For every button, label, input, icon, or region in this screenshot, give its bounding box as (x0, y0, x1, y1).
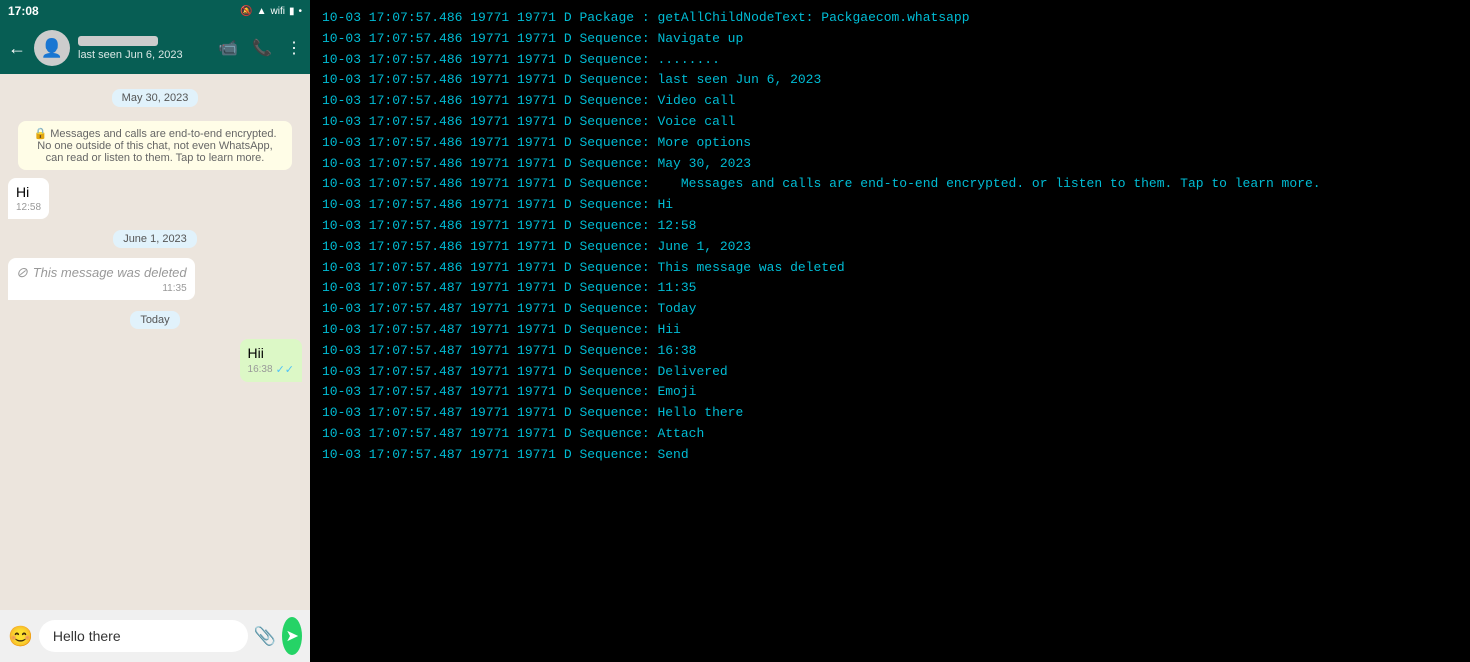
log-panel: 10-03 17:07:57.486 19771 19771 D Package… (310, 0, 1470, 662)
signal-icon: ▲ (257, 6, 267, 17)
status-time: 17:08 (8, 4, 39, 18)
log-line: 10-03 17:07:57.487 19771 19771 D Sequenc… (322, 403, 1458, 424)
contact-name-bar (78, 36, 158, 46)
chat-panel: 17:08 🔕 ▲ wifi ▮ • ← 👤 last seen Jun 6, … (0, 0, 310, 662)
log-line: 10-03 17:07:57.487 19771 19771 D Sequenc… (322, 445, 1458, 466)
date-label-today: Today (8, 310, 302, 329)
log-line: 10-03 17:07:57.486 19771 19771 D Sequenc… (322, 91, 1458, 112)
deleted-icon: ⊘ (16, 264, 28, 281)
avatar[interactable]: 👤 (34, 30, 70, 66)
battery-icon: ▮ (289, 6, 295, 17)
log-line: 10-03 17:07:57.486 19771 19771 D Sequenc… (322, 216, 1458, 237)
log-line: 10-03 17:07:57.486 19771 19771 D Sequenc… (322, 133, 1458, 154)
emoji-button[interactable]: 😊 (8, 624, 33, 649)
log-line: 10-03 17:07:57.486 19771 19771 D Sequenc… (322, 195, 1458, 216)
received-message-hi: Hi 12:58 (8, 178, 49, 219)
back-button[interactable]: ← (8, 38, 26, 59)
deleted-text: This message was deleted (33, 265, 187, 280)
date-label-may30: May 30, 2023 (8, 88, 302, 107)
attach-button[interactable]: 📎 (254, 626, 276, 647)
tick-icon: ✓✓ (276, 363, 294, 376)
more-options-button[interactable]: ⋮ (286, 38, 302, 58)
header-icons: 📹 📞 ⋮ (218, 38, 302, 58)
mute-icon: 🔕 (240, 6, 252, 17)
system-message: 🔒 Messages and calls are end-to-end encr… (18, 121, 292, 170)
contact-info: last seen Jun 6, 2023 (78, 36, 210, 61)
log-line: 10-03 17:07:57.487 19771 19771 D Sequenc… (322, 362, 1458, 383)
log-line: 10-03 17:07:57.486 19771 19771 D Package… (322, 8, 1458, 29)
log-line: 10-03 17:07:57.487 19771 19771 D Sequenc… (322, 424, 1458, 445)
log-line: 10-03 17:07:57.486 19771 19771 D Sequenc… (322, 237, 1458, 258)
dot-indicator: • (298, 6, 302, 17)
contact-status: last seen Jun 6, 2023 (78, 49, 210, 61)
send-icon: ➤ (285, 626, 298, 646)
send-button[interactable]: ➤ (282, 617, 302, 655)
input-area: 😊 📎 ➤ (0, 610, 310, 662)
log-line: 10-03 17:07:57.487 19771 19771 D Sequenc… (322, 341, 1458, 362)
voice-call-button[interactable]: 📞 (252, 38, 272, 58)
chat-header: ← 👤 last seen Jun 6, 2023 📹 📞 ⋮ (0, 22, 310, 74)
log-line: 10-03 17:07:57.486 19771 19771 D Sequenc… (322, 258, 1458, 279)
date-label-june1: June 1, 2023 (8, 229, 302, 248)
log-line: 10-03 17:07:57.487 19771 19771 D Sequenc… (322, 382, 1458, 403)
messages-area: May 30, 2023 🔒 Messages and calls are en… (0, 74, 310, 610)
deleted-message: ⊘ This message was deleted 11:35 (8, 258, 195, 300)
log-line: 10-03 17:07:57.487 19771 19771 D Sequenc… (322, 278, 1458, 299)
log-line: 10-03 17:07:57.486 19771 19771 D Sequenc… (322, 154, 1458, 175)
log-line: 10-03 17:07:57.486 19771 19771 D Sequenc… (322, 174, 1458, 195)
log-line: 10-03 17:07:57.486 19771 19771 D Sequenc… (322, 70, 1458, 91)
status-icons: 🔕 ▲ wifi ▮ • (240, 6, 302, 17)
log-line: 10-03 17:07:57.486 19771 19771 D Sequenc… (322, 112, 1458, 133)
wifi-icon: wifi (271, 6, 285, 17)
log-line: 10-03 17:07:57.487 19771 19771 D Sequenc… (322, 320, 1458, 341)
video-call-button[interactable]: 📹 (218, 38, 238, 58)
message-input[interactable] (39, 620, 248, 652)
sent-message-hii: Hii 16:38 ✓✓ (240, 339, 302, 382)
log-line: 10-03 17:07:57.487 19771 19771 D Sequenc… (322, 299, 1458, 320)
status-bar: 17:08 🔕 ▲ wifi ▮ • (0, 0, 310, 22)
log-line: 10-03 17:07:57.486 19771 19771 D Sequenc… (322, 29, 1458, 50)
log-line: 10-03 17:07:57.486 19771 19771 D Sequenc… (322, 50, 1458, 71)
